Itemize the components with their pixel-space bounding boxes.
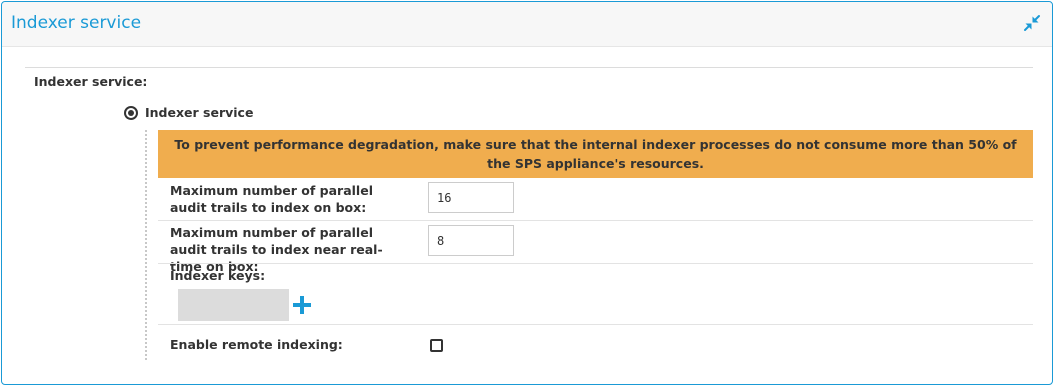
parallel-realtime-input[interactable] — [428, 225, 514, 256]
panel-title: Indexer service — [11, 13, 142, 33]
plus-icon[interactable] — [291, 294, 313, 316]
indexer-service-radio[interactable] — [124, 105, 138, 120]
row-divider — [158, 263, 1033, 264]
performance-warning: To prevent performance degradation, make… — [158, 130, 1033, 178]
row-divider — [158, 324, 1033, 325]
panel-header: Indexer service — [2, 2, 1052, 47]
indexer-keys-label: Indexer keys: — [170, 268, 266, 283]
collapse-arrows-icon[interactable] — [1022, 13, 1042, 33]
parallel-on-box-label: Maximum number of parallel audit trails … — [170, 183, 373, 215]
indexer-service-radio-label: Indexer service — [145, 105, 254, 120]
indexer-service-panel: Indexer service Indexer service: Indexer… — [1, 1, 1053, 385]
section-label: Indexer service: — [34, 74, 148, 89]
indexer-key-slot[interactable] — [178, 289, 289, 321]
section-divider — [25, 67, 1033, 68]
remote-indexing-label: Enable remote indexing: — [170, 337, 343, 352]
parallel-on-box-input[interactable] — [428, 182, 514, 213]
indexer-service-radio-row[interactable]: Indexer service — [124, 105, 253, 120]
row-divider — [158, 220, 1033, 221]
nested-options-guide — [145, 130, 147, 360]
remote-indexing-checkbox[interactable] — [430, 339, 443, 352]
